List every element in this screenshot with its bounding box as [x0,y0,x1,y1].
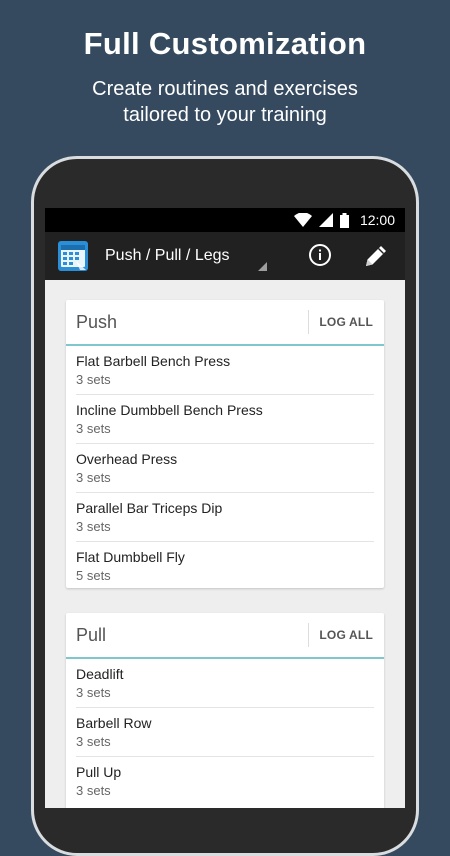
app-bar: Push / Pull / Legs [45,232,405,280]
exercise-name: Parallel Bar Triceps Dip [76,500,223,516]
exercise-name: Deadlift [76,666,124,682]
info-icon[interactable] [308,243,332,267]
routine-card-pull: Pull LOG ALL Deadlift 3 sets Barbell Row… [66,613,384,808]
exercise-item[interactable]: Overhead Press 3 sets [76,444,374,493]
exercise-sets: 3 sets [76,734,111,749]
status-time: 12:00 [359,212,395,228]
exercise-sets: 5 sets [76,568,111,583]
exercise-sets: 3 sets [76,519,111,534]
log-all-button[interactable]: LOG ALL [308,623,384,647]
dropdown-arrow-icon[interactable] [258,262,267,271]
promo-subtitle: Create routines and exercises tailored t… [0,76,450,128]
signal-icon [318,213,333,227]
exercise-sets: 3 sets [76,685,111,700]
routine-card-header: Push LOG ALL [66,300,384,346]
pencil-icon[interactable] [362,242,390,270]
exercise-item[interactable]: Pull Up 3 sets [76,757,374,806]
wifi-icon [293,213,312,227]
exercise-name: Flat Dumbbell Fly [76,549,185,565]
exercise-item[interactable]: Parallel Bar Triceps Dip 3 sets [76,493,374,542]
exercise-item[interactable]: Flat Dumbbell Fly 5 sets [76,542,374,591]
exercise-sets: 3 sets [76,372,111,387]
log-all-button[interactable]: LOG ALL [308,310,384,334]
routine-title: Pull [76,624,107,645]
routine-card-push: Push LOG ALL Flat Barbell Bench Press 3 … [66,300,384,588]
exercise-sets: 3 sets [76,470,111,485]
exercise-name: Flat Barbell Bench Press [76,353,231,369]
calendar-app-icon[interactable] [58,241,88,271]
exercise-name: Overhead Press [76,451,178,467]
exercise-name: Pull Up [76,764,122,780]
exercise-sets: 3 sets [76,783,111,798]
exercise-item[interactable]: Deadlift 3 sets [76,659,374,708]
promo-subtitle-line-1: Create routines and exercises [92,78,358,100]
exercise-name: Barbell Row [76,715,152,731]
promo-subtitle-line-2: tailored to your training [123,104,327,126]
routine-selector-title[interactable]: Push / Pull / Legs [105,247,255,265]
routine-title: Push [76,311,118,332]
app-screen: 12:00 Push / Pull / Legs Push LOG ALL Fl… [45,208,405,808]
promo-title: Full Customization [83,26,367,61]
battery-icon [339,212,349,228]
exercise-item[interactable]: Flat Barbell Bench Press 3 sets [76,346,374,395]
routine-card-header: Pull LOG ALL [66,613,384,659]
status-bar: 12:00 [45,208,405,232]
exercise-item[interactable]: Incline Dumbbell Bench Press 3 sets [76,395,374,444]
exercise-item[interactable]: Barbell Row 3 sets [76,708,374,757]
exercise-sets: 3 sets [76,421,111,436]
exercise-name: Incline Dumbbell Bench Press [76,402,263,418]
